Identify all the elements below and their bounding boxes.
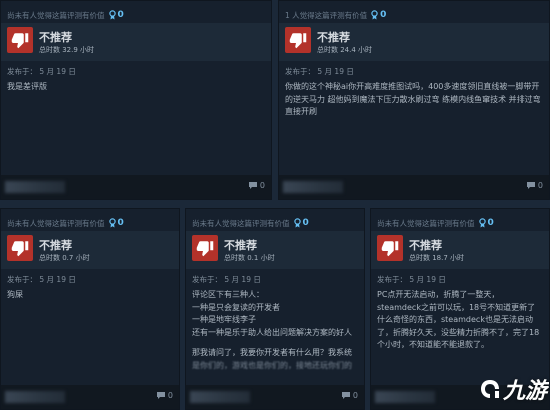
comment-count: 0	[352, 391, 358, 400]
helpful-text: 1 人觉得这篇评测有价值	[285, 10, 368, 20]
comment-count: 0	[537, 181, 543, 190]
review-body: 我是差评版	[7, 81, 265, 94]
comments-button[interactable]: 0	[526, 181, 543, 190]
reviewer-avatar-blurred[interactable]	[375, 391, 435, 403]
helpful-text: 尚未有人觉得这篇评测有价值	[7, 10, 105, 20]
thumbs-down-icon	[192, 235, 218, 261]
review-line: PC点开无法启动，折腾了一整天，steamdeck之前可以玩，18号不知道更新了…	[377, 290, 540, 349]
recommendation-label: 不推荐	[317, 31, 350, 44]
review-line	[192, 339, 358, 347]
comment-icon	[526, 182, 535, 189]
posted-date: 发布于： 5 月 19 日	[7, 275, 76, 284]
helpful-text: 尚未有人觉得这篇评测有价值	[7, 218, 105, 228]
posted-date: 发布于： 5 月 19 日	[285, 67, 354, 76]
review-body: 狗屎	[7, 289, 173, 302]
review-footer: 0	[1, 385, 179, 409]
award-icon	[371, 10, 378, 20]
review-body: 你做的这个神秘ai你开高难度推图试吗，400多速度领旧直线被一脚带开的逆天马力 …	[285, 81, 543, 119]
playtime-hours: 总时数 18.7 小时	[409, 254, 465, 262]
review-card: 尚未有人觉得这篇评测有价值 0 不推荐 总时数 18.7 小时 发布于： 5 月…	[370, 208, 550, 410]
comments-button[interactable]: 0	[248, 181, 265, 190]
site-watermark: 九游	[479, 373, 547, 405]
comment-count: 0	[259, 181, 265, 190]
review-line-faded: 是你们的，游戏也是你们的，接地还玩你们的	[192, 360, 352, 370]
award-count: 0	[487, 218, 494, 228]
review-line: 你做的这个神秘ai你开高难度推图试吗，400多速度领旧直线被一脚带开的逆天马力 …	[285, 82, 541, 116]
review-card: 尚未有人觉得这篇评测有价值 0 不推荐 总时数 32.9 小时 发布于： 5 月…	[0, 0, 272, 200]
helpful-text: 尚未有人觉得这篇评测有价值	[192, 218, 290, 228]
reviewer-avatar-blurred[interactable]	[5, 181, 65, 193]
award-icon	[108, 10, 116, 20]
recommendation-label: 不推荐	[39, 31, 72, 44]
review-line: 还有一种是乐于助人给出问题解决方案的好人	[192, 327, 352, 337]
review-body: 评论区下有三种人： 一种是只会复读的开发者 一种是地牢线李子 还有一种是乐于助人…	[192, 289, 358, 372]
review-line: 那我请问了，我要你开发者有什么用？我系统	[192, 348, 352, 357]
thumbs-down-icon	[285, 27, 311, 53]
posted-date: 发布于： 5 月 19 日	[377, 275, 446, 284]
review-line: 一种是只会复读的开发者	[192, 302, 280, 312]
playtime-hours: 总时数 32.9 小时	[39, 46, 95, 54]
review-header[interactable]: 不推荐 总时数 18.7 小时	[371, 231, 549, 269]
award-icon	[478, 218, 486, 228]
posted-date: 发布于： 5 月 19 日	[7, 67, 76, 76]
review-footer: 0	[186, 385, 364, 409]
review-card: 1 人觉得这篇评测有价值 0 不推荐 总时数 24.4 小时 发布于： 5 月 …	[278, 0, 550, 200]
review-header[interactable]: 不推荐 总时数 32.9 小时	[1, 23, 271, 61]
review-line: 评论区下有三种人：	[192, 290, 264, 299]
award-count: 0	[117, 10, 124, 20]
review-card: 尚未有人觉得这篇评测有价值 0 不推荐 总时数 0.7 小时 发布于： 5 月 …	[0, 208, 180, 410]
reviewer-avatar-blurred[interactable]	[190, 391, 250, 403]
review-header[interactable]: 不推荐 总时数 0.1 小时	[186, 231, 364, 269]
reviewer-avatar-blurred[interactable]	[283, 181, 343, 193]
review-header[interactable]: 不推荐 总时数 0.7 小时	[1, 231, 179, 269]
review-footer: 0	[1, 175, 271, 199]
award-count: 0	[117, 218, 124, 228]
playtime-hours: 总时数 24.4 小时	[317, 46, 373, 54]
review-body: PC点开无法启动，折腾了一整天，steamdeck之前可以玩，18号不知道更新了…	[377, 289, 543, 352]
award-count: 0	[302, 218, 309, 228]
comment-icon	[248, 182, 257, 189]
award-count: 0	[380, 10, 387, 20]
comment-icon	[341, 392, 350, 399]
thumbs-down-icon	[7, 235, 33, 261]
award-button[interactable]: 0	[108, 10, 124, 20]
review-line: 狗屎	[7, 290, 23, 299]
reviewer-avatar-blurred[interactable]	[5, 391, 65, 403]
helpful-text: 尚未有人觉得这篇评测有价值	[377, 218, 475, 228]
comments-button[interactable]: 0	[341, 391, 358, 400]
recommendation-label: 不推荐	[39, 239, 72, 252]
award-icon	[293, 218, 301, 228]
thumbs-down-icon	[7, 27, 33, 53]
comment-icon	[156, 392, 165, 399]
award-button[interactable]: 0	[371, 10, 386, 20]
thumbs-down-icon	[377, 235, 403, 261]
review-footer: 0	[279, 175, 549, 199]
watermark-text: 九游	[502, 379, 547, 404]
playtime-hours: 总时数 0.1 小时	[224, 254, 275, 262]
review-line: 我是差评版	[7, 82, 47, 91]
award-button[interactable]: 0	[293, 218, 309, 228]
recommendation-label: 不推荐	[409, 239, 442, 252]
comment-count: 0	[167, 391, 173, 400]
posted-date: 发布于： 5 月 19 日	[192, 275, 261, 284]
playtime-hours: 总时数 0.7 小时	[39, 254, 90, 262]
review-line: 一种是地牢线李子	[192, 315, 256, 324]
jiuyou-logo-icon	[480, 380, 499, 398]
award-button[interactable]: 0	[478, 218, 494, 228]
comments-button[interactable]: 0	[156, 391, 173, 400]
award-icon	[108, 218, 116, 228]
review-card: 尚未有人觉得这篇评测有价值 0 不推荐 总时数 0.1 小时 发布于： 5 月 …	[185, 208, 365, 410]
award-button[interactable]: 0	[108, 218, 124, 228]
review-header[interactable]: 不推荐 总时数 24.4 小时	[279, 23, 549, 61]
recommendation-label: 不推荐	[224, 239, 257, 252]
